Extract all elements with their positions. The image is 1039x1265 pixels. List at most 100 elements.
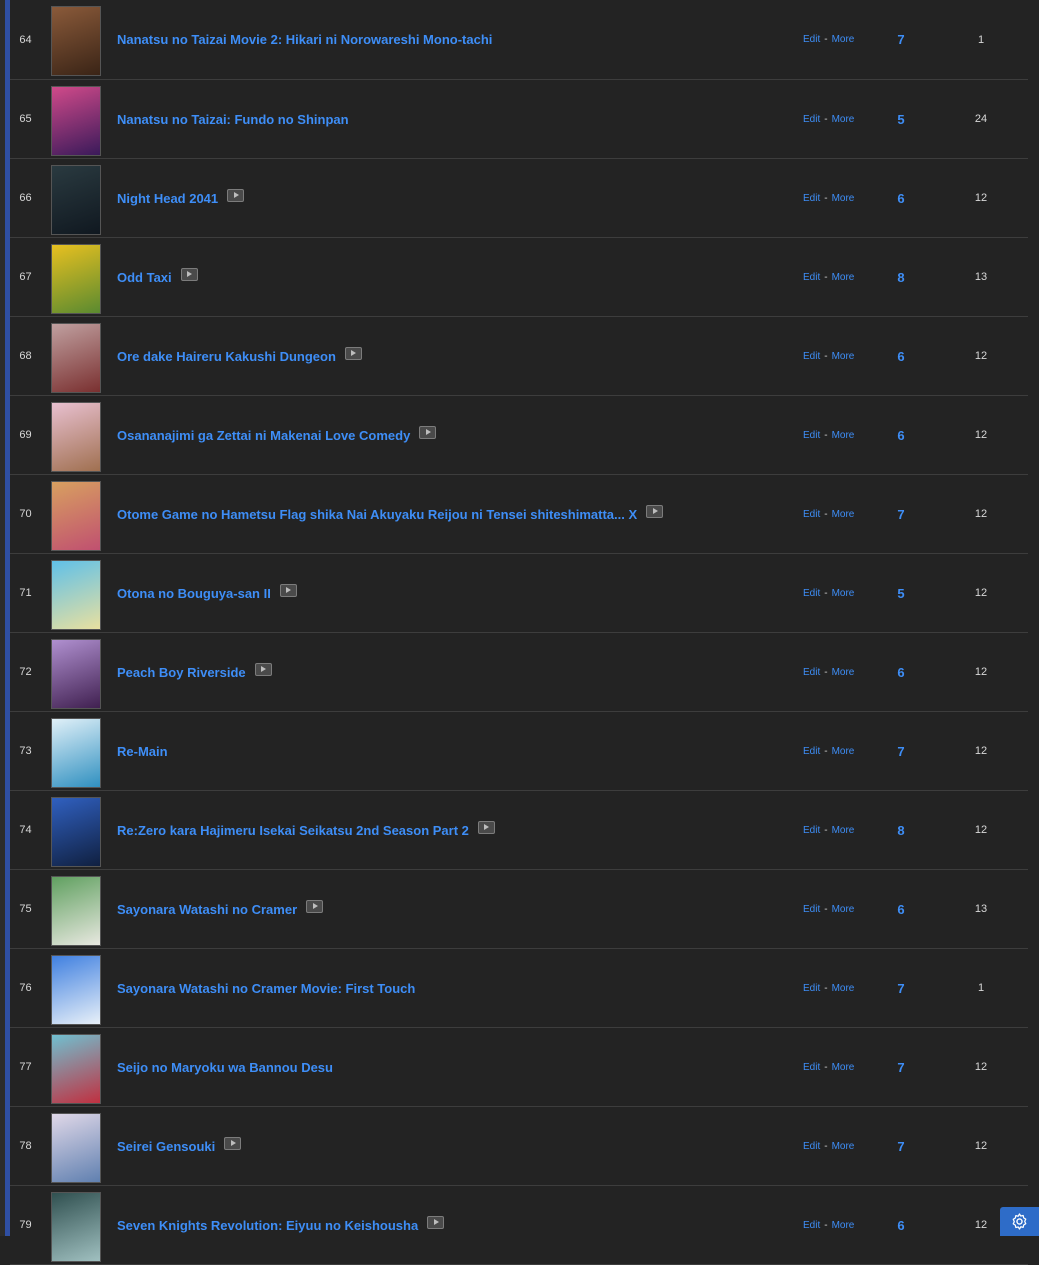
cover-image[interactable] [51, 876, 101, 946]
anime-title-link[interactable]: Otome Game no Hametsu Flag shika Nai Aku… [117, 507, 637, 522]
edit-link[interactable]: Edit [803, 825, 820, 836]
more-link[interactable]: More [832, 351, 855, 362]
anime-title-link[interactable]: Seijo no Maryoku wa Bannou Desu [117, 1060, 333, 1075]
score-value[interactable]: 7 [890, 712, 912, 790]
more-link[interactable]: More [832, 588, 855, 599]
row-actions: Edit - More [803, 554, 854, 632]
more-link[interactable]: More [832, 34, 855, 45]
cover-image[interactable] [51, 6, 101, 76]
more-link[interactable]: More [832, 904, 855, 915]
anime-title-link[interactable]: Sayonara Watashi no Cramer Movie: First … [117, 981, 415, 996]
cover-image[interactable] [51, 560, 101, 630]
more-link[interactable]: More [832, 509, 855, 520]
edit-link[interactable]: Edit [803, 1062, 820, 1073]
edit-link[interactable]: Edit [803, 509, 820, 520]
cover-image[interactable] [51, 86, 101, 156]
cover-image[interactable] [51, 481, 101, 551]
cover-image[interactable] [51, 1113, 101, 1183]
cover-image[interactable] [51, 797, 101, 867]
score-value[interactable]: 5 [890, 554, 912, 632]
edit-link[interactable]: Edit [803, 193, 820, 204]
cover-image[interactable] [51, 1034, 101, 1104]
anime-title-link[interactable]: Osananajimi ga Zettai ni Makenai Love Co… [117, 428, 410, 443]
streaming-icon[interactable] [227, 188, 245, 202]
anime-title-link[interactable]: Re:Zero kara Hajimeru Isekai Seikatsu 2n… [117, 823, 469, 838]
title-cell: Ore dake Haireru Kakushi Dungeon [117, 317, 362, 395]
score-value[interactable]: 5 [890, 80, 912, 158]
row-number: 68 [19, 350, 32, 362]
more-link[interactable]: More [832, 430, 855, 441]
anime-title-link[interactable]: Nanatsu no Taizai Movie 2: Hikari ni Nor… [117, 32, 492, 47]
cover-image[interactable] [51, 639, 101, 709]
edit-link[interactable]: Edit [803, 1141, 820, 1152]
edit-link[interactable]: Edit [803, 983, 820, 994]
more-link[interactable]: More [832, 1220, 855, 1231]
score-value[interactable]: 8 [890, 238, 912, 316]
title-cell: Re:Zero kara Hajimeru Isekai Seikatsu 2n… [117, 791, 495, 869]
edit-link[interactable]: Edit [803, 1220, 820, 1231]
streaming-icon[interactable] [419, 425, 437, 439]
more-link[interactable]: More [832, 193, 855, 204]
score-value[interactable]: 7 [890, 1028, 912, 1106]
row-number: 76 [19, 982, 32, 994]
score-value[interactable]: 6 [890, 317, 912, 395]
edit-link[interactable]: Edit [803, 272, 820, 283]
streaming-icon[interactable] [279, 583, 297, 597]
score-value[interactable]: 6 [890, 633, 912, 711]
anime-title-link[interactable]: Sayonara Watashi no Cramer [117, 902, 297, 917]
anime-title-link[interactable]: Seven Knights Revolution: Eiyuu no Keish… [117, 1218, 418, 1233]
score-value[interactable]: 6 [890, 396, 912, 474]
streaming-icon[interactable] [306, 899, 324, 913]
streaming-icon[interactable] [646, 504, 664, 518]
cover-image[interactable] [51, 955, 101, 1025]
anime-title-link[interactable]: Re-Main [117, 744, 168, 759]
score-value[interactable]: 7 [890, 475, 912, 553]
edit-link[interactable]: Edit [803, 667, 820, 678]
row-number: 78 [19, 1140, 32, 1152]
more-link[interactable]: More [832, 667, 855, 678]
streaming-icon[interactable] [224, 1136, 242, 1150]
streaming-icon[interactable] [344, 346, 362, 360]
cover-image[interactable] [51, 1192, 101, 1262]
score-value[interactable]: 6 [890, 159, 912, 237]
edit-link[interactable]: Edit [803, 904, 820, 915]
list-row: 76 Sayonara Watashi no Cramer Movie: Fir… [10, 949, 1028, 1028]
cover-image[interactable] [51, 718, 101, 788]
score-value[interactable]: 7 [890, 0, 912, 79]
more-link[interactable]: More [832, 825, 855, 836]
cover-image[interactable] [51, 244, 101, 314]
anime-title-link[interactable]: Odd Taxi [117, 270, 172, 285]
anime-title-link[interactable]: Night Head 2041 [117, 191, 218, 206]
score-value[interactable]: 7 [890, 1107, 912, 1185]
cover-image[interactable] [51, 402, 101, 472]
cover-image[interactable] [51, 165, 101, 235]
edit-link[interactable]: Edit [803, 351, 820, 362]
anime-title-link[interactable]: Ore dake Haireru Kakushi Dungeon [117, 349, 336, 364]
streaming-icon[interactable] [180, 267, 198, 281]
anime-title-link[interactable]: Nanatsu no Taizai: Fundo no Shinpan [117, 112, 349, 127]
edit-link[interactable]: Edit [803, 746, 820, 757]
streaming-icon[interactable] [427, 1215, 445, 1229]
edit-link[interactable]: Edit [803, 114, 820, 125]
streaming-icon[interactable] [254, 662, 272, 676]
more-link[interactable]: More [832, 114, 855, 125]
score-value[interactable]: 8 [890, 791, 912, 869]
more-link[interactable]: More [832, 746, 855, 757]
score-value[interactable]: 7 [890, 949, 912, 1027]
anime-title-link[interactable]: Peach Boy Riverside [117, 665, 246, 680]
more-link[interactable]: More [832, 1141, 855, 1152]
edit-link[interactable]: Edit [803, 430, 820, 441]
score-value[interactable]: 6 [890, 870, 912, 948]
score-value[interactable]: 6 [890, 1186, 912, 1264]
more-link[interactable]: More [832, 983, 855, 994]
cover-image[interactable] [51, 323, 101, 393]
settings-button[interactable] [1000, 1207, 1039, 1236]
edit-link[interactable]: Edit [803, 588, 820, 599]
row-actions: Edit - More [803, 1028, 854, 1106]
edit-link[interactable]: Edit [803, 34, 820, 45]
anime-title-link[interactable]: Otona no Bouguya-san II [117, 586, 271, 601]
more-link[interactable]: More [832, 272, 855, 283]
anime-title-link[interactable]: Seirei Gensouki [117, 1139, 215, 1154]
more-link[interactable]: More [832, 1062, 855, 1073]
streaming-icon[interactable] [477, 820, 495, 834]
